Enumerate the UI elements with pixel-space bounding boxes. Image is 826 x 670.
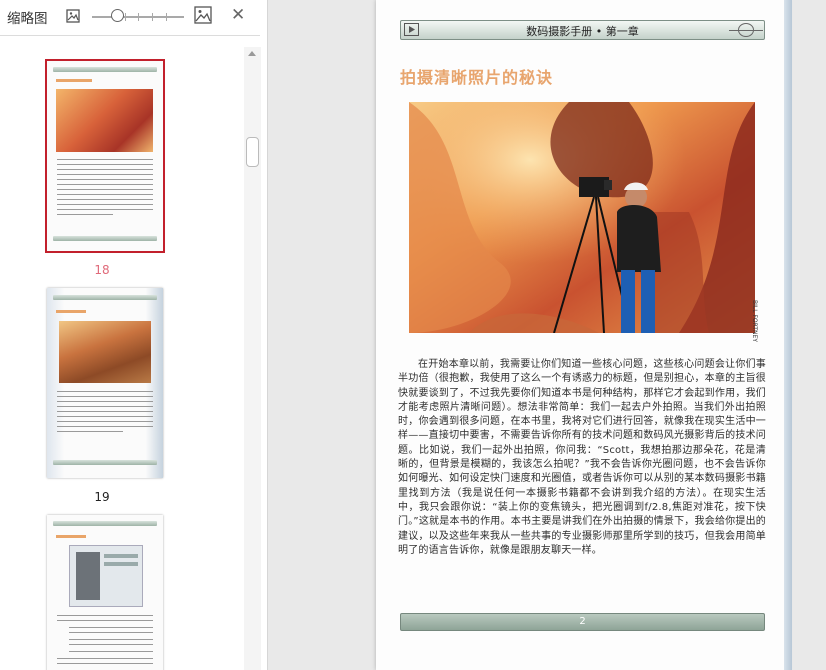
page-edge-shadow [784,0,792,670]
panel-title: 缩略图 [7,11,48,27]
page-thumbnail-19[interactable] [47,288,163,478]
thumbnail-page-number: 19 [94,490,110,504]
page-header-text: 数码摄影手册 • 第一章 [526,25,639,38]
document-page: 数码摄影手册 • 第一章 拍摄清晰照片的秘诀 BILL FORTNEY 在开始本… [376,0,788,670]
canyon-photographer-photo [409,102,755,333]
page-thumbnail-20[interactable] [47,515,163,670]
thumbnail-toolbar: 缩略图 ✕ [0,0,260,36]
thumb-header-bar [53,67,157,72]
crosshair-icon [729,23,763,37]
image-large-icon[interactable] [194,6,212,28]
body-paragraph: 在开始本章以前，我需要让你们知道一些核心问题，这些核心问题会让你们事半功倍（很抱… [398,359,766,556]
slider-tick [166,13,167,21]
page-footer-bar: 2 [400,613,765,631]
thumb-footer-bar [53,236,157,241]
thumb-photo [59,321,151,383]
thumb-header-bar [53,521,157,526]
thumbnail-list: 18 19 [0,37,244,670]
scrollbar-thumb[interactable] [246,137,259,167]
page-header-bar: 数码摄影手册 • 第一章 [400,20,765,40]
close-icon[interactable]: ✕ [231,6,245,24]
slider-tick [138,13,139,21]
thumb-screenshot [69,545,143,607]
thumb-footer-bar [53,460,157,465]
zoom-slider-handle[interactable] [111,9,124,22]
thumb-header-bar [53,295,157,300]
photo-credit: BILL FORTNEY [751,300,758,342]
thumb-title-line [56,310,86,313]
image-small-icon[interactable] [66,8,80,27]
thumb-title-line [56,535,86,538]
thumbnail-panel: 缩略图 ✕ 18 19 [0,0,268,670]
page-number: 2 [579,616,586,627]
thumbnail-scrollbar[interactable] [244,47,261,670]
scroll-up-arrow-icon[interactable] [248,51,256,56]
chapter-title: 拍摄清晰照片的秘诀 [400,68,554,87]
page-thumbnail-18[interactable] [45,59,165,253]
slider-tick [125,13,126,21]
thumbnail-page-number: 18 [94,263,110,277]
slider-tick [152,13,153,21]
thumb-photo [56,89,153,152]
thumb-title-line [56,79,92,82]
